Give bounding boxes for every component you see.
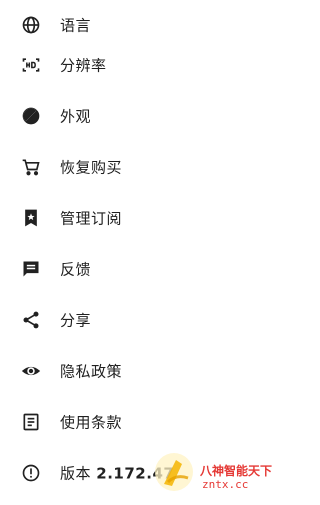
menu-item-privacy-policy[interactable]: 隐私政策: [0, 346, 298, 396]
menu-item-label: 外观: [60, 107, 92, 126]
version-label: 版本 2.172.47: [60, 463, 174, 484]
menu-item-manage-subscription[interactable]: 管理订阅: [0, 193, 298, 243]
menu-item-label: 管理订阅: [60, 209, 123, 228]
hd-icon: [20, 54, 42, 76]
menu-item-label: 隐私政策: [60, 362, 123, 381]
menu-item-resolution[interactable]: 分辨率: [0, 40, 298, 90]
menu-item-appearance[interactable]: 外观: [0, 91, 298, 141]
menu-item-version[interactable]: 版本 2.172.47: [0, 448, 298, 498]
document-icon: [20, 411, 42, 433]
version-number: 2.172.47: [96, 464, 175, 483]
eye-icon: [20, 360, 42, 382]
feedback-icon: [20, 258, 42, 280]
menu-item-feedback[interactable]: 反馈: [0, 244, 298, 294]
bookmark-star-icon: [20, 207, 42, 229]
menu-item-label: 分辨率: [60, 56, 107, 75]
globe-icon: [20, 14, 42, 36]
menu-item-label: 恢复购买: [60, 158, 123, 177]
menu-item-label: 语言: [60, 16, 92, 35]
contrast-icon: [20, 105, 42, 127]
version-title: 版本: [60, 464, 92, 483]
menu-item-share[interactable]: 分享: [0, 295, 298, 345]
menu-item-restore-purchase[interactable]: 恢复购买: [0, 142, 298, 192]
cart-icon: [20, 156, 42, 178]
share-icon: [20, 309, 42, 331]
menu-item-label: 分享: [60, 311, 92, 330]
menu-item-terms-of-use[interactable]: 使用条款: [0, 397, 298, 447]
menu-item-label: 使用条款: [60, 413, 123, 432]
info-icon: [20, 462, 42, 484]
menu-item-label: 反馈: [60, 260, 92, 279]
